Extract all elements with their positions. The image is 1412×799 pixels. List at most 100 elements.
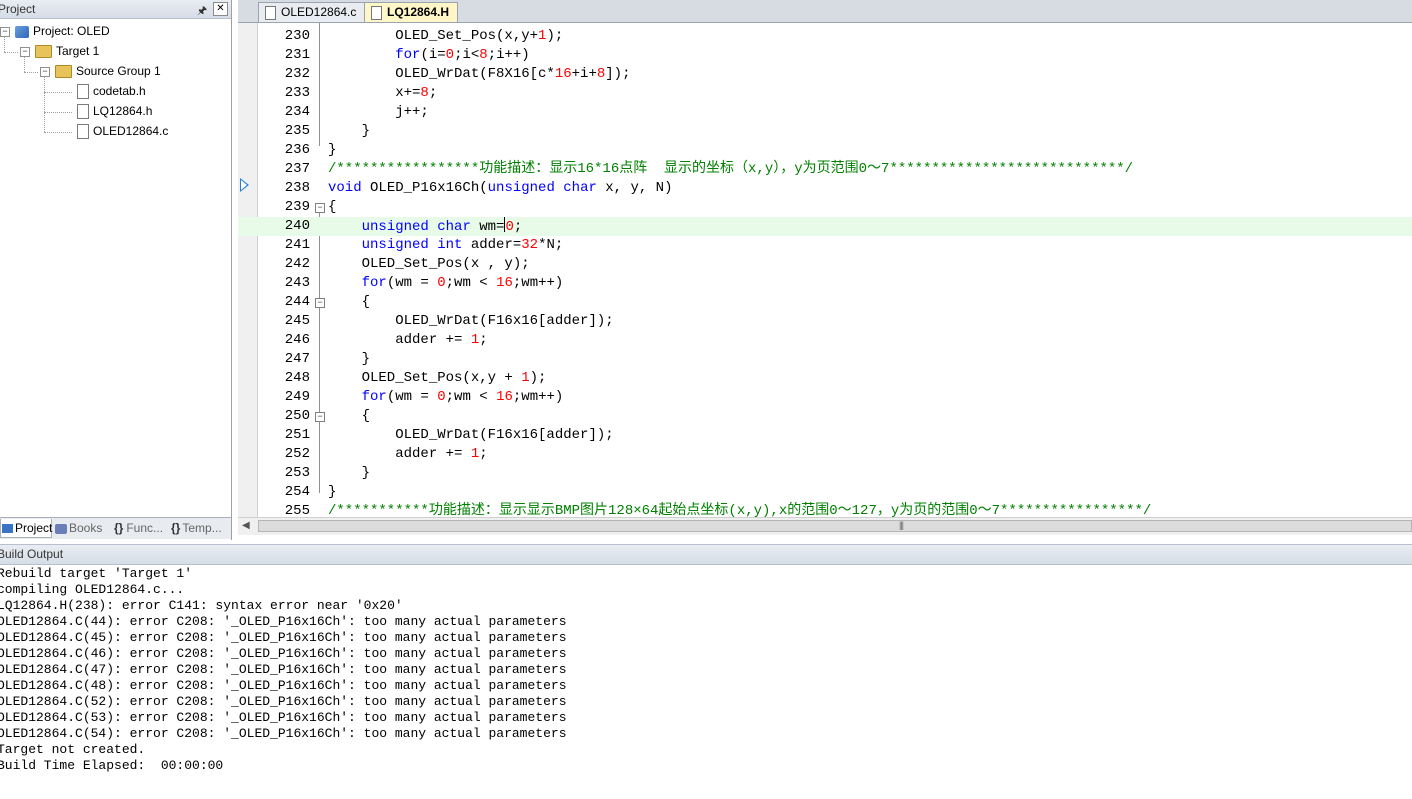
code-text: OLED_WrDat(F16x16[adder]); <box>328 427 614 443</box>
code-line: 238 void OLED_P16x16Ch(unsigned char x, … <box>238 179 1412 198</box>
code-line: 230 OLED_Set_Pos(x,y+1); <box>238 27 1412 46</box>
tab-label: Func... <box>126 521 164 535</box>
tree-item-label: LQ12864.h <box>93 104 153 118</box>
code-text: } <box>328 123 371 139</box>
line-number: 237 <box>284 161 310 177</box>
tab-project[interactable]: Project <box>0 519 52 538</box>
code-line: 253 } <box>238 464 1412 483</box>
code-text: } <box>328 465 371 481</box>
line-number: 249 <box>284 389 310 405</box>
tree-item-label: codetab.h <box>93 84 146 98</box>
code-line: 232 OLED_WrDat(F8X16[c*16+i+8]); <box>238 65 1412 84</box>
code-text: { <box>328 294 371 310</box>
build-output-line: OLED12864.C(47): error C208: '_OLED_P16x… <box>0 662 567 677</box>
project-panel: Project 🖈 ✕ − Project: OLED − Target 1 −… <box>0 0 232 540</box>
code-text: j++; <box>328 104 429 120</box>
code-line: 249 for(wm = 0;wm < 16;wm++) <box>238 388 1412 407</box>
build-output-line: OLED12864.C(53): error C208: '_OLED_P16x… <box>0 710 567 725</box>
tab-templates[interactable]: {} Temp... <box>171 519 229 537</box>
code-text: OLED_Set_Pos(x,y + 1); <box>328 370 547 386</box>
tree-collapse-toggle[interactable]: − <box>20 47 30 57</box>
line-number: 234 <box>284 104 310 120</box>
code-text: } <box>328 142 337 158</box>
project-icon <box>15 25 29 38</box>
tree-item-file[interactable]: OLED12864.c <box>77 122 168 140</box>
scrollbar-thumb[interactable]: ||| <box>258 520 1412 532</box>
line-number: 236 <box>284 142 310 158</box>
code-line: 252 adder += 1; <box>238 445 1412 464</box>
code-text: x+=8; <box>328 85 438 101</box>
build-output-title: Build Output <box>0 547 64 561</box>
tree-collapse-toggle[interactable]: − <box>0 27 10 37</box>
code-text: OLED_Set_Pos(x,y+1); <box>328 28 564 44</box>
code-text: adder += 1; <box>328 332 488 348</box>
close-icon[interactable]: ✕ <box>213 2 228 16</box>
line-number: 254 <box>284 484 310 500</box>
tree-item-project[interactable]: Project: OLED <box>15 22 110 40</box>
file-icon <box>77 104 89 120</box>
code-text: void OLED_P16x16Ch(unsigned char x, y, N… <box>328 180 673 196</box>
line-number: 253 <box>284 465 310 481</box>
build-output-line: OLED12864.C(45): error C208: '_OLED_P16x… <box>0 630 567 645</box>
project-panel-tabs: Project Books {} Func... {} Temp... <box>0 517 231 539</box>
code-line: 241 unsigned int adder=32*N; <box>238 236 1412 255</box>
code-text: } <box>328 351 371 367</box>
tab-label: Temp... <box>182 521 222 535</box>
tree-item-label: Project: OLED <box>33 24 110 38</box>
tree-collapse-toggle[interactable]: − <box>40 67 50 77</box>
code-text: for(wm = 0;wm < 16;wm++) <box>361 389 564 405</box>
build-output-header: Build Output <box>0 544 1412 565</box>
code-text: OLED_WrDat(F16x16[adder]); <box>328 313 614 329</box>
code-text: OLED_Set_Pos(x , y); <box>328 256 530 272</box>
horizontal-scrollbar[interactable]: ◀ ||| <box>238 517 1412 535</box>
tree-line <box>44 132 72 133</box>
tab-oled12864-c[interactable]: OLED12864.c <box>258 2 366 22</box>
build-output-line: OLED12864.C(44): error C208: '_OLED_P16x… <box>0 614 567 629</box>
line-number: 232 <box>284 66 310 82</box>
code-text: for(i=0;i<8;i++) <box>395 47 530 63</box>
code-text: for(wm = 0;wm < 16;wm++) <box>361 275 564 291</box>
code-text: OLED_WrDat(F8X16[c*16+i+8]); <box>328 66 631 82</box>
line-number: 255 <box>284 503 310 517</box>
tab-lq12864-h[interactable]: LQ12864.H <box>364 2 459 22</box>
tree-line <box>44 112 72 113</box>
build-output-line: OLED12864.C(46): error C208: '_OLED_P16x… <box>0 646 567 661</box>
tab-label: OLED12864.c <box>281 5 357 19</box>
fold-toggle[interactable]: − <box>315 412 325 422</box>
folder-icon <box>55 65 72 79</box>
fold-toggle[interactable]: − <box>315 298 325 308</box>
folder-icon <box>35 45 52 59</box>
code-line: 251 OLED_WrDat(F16x16[adder]); <box>238 426 1412 445</box>
tree-item-file[interactable]: codetab.h <box>77 82 146 100</box>
code-line: 247 } <box>238 350 1412 369</box>
code-line: 236 } <box>238 141 1412 160</box>
line-number: 239 <box>284 199 310 215</box>
code-text: unsigned char wm=0; <box>361 217 523 235</box>
books-icon <box>55 523 67 534</box>
line-number: 246 <box>284 332 310 348</box>
code-line: 233 x+=8; <box>238 84 1412 103</box>
tree-item-source-group[interactable]: Source Group 1 <box>55 62 161 80</box>
code-line: 244 − { <box>238 293 1412 312</box>
code-line: 245 OLED_WrDat(F16x16[adder]); <box>238 312 1412 331</box>
project-icon <box>2 524 13 534</box>
tree-line <box>24 72 38 73</box>
fold-toggle[interactable]: − <box>315 203 325 213</box>
tree-item-file[interactable]: LQ12864.h <box>77 102 152 120</box>
code-line: 250 − { <box>238 407 1412 426</box>
tree-item-target[interactable]: Target 1 <box>35 42 99 60</box>
file-icon <box>265 6 276 20</box>
line-number: 243 <box>284 275 310 291</box>
tab-label: Books <box>69 521 103 535</box>
tab-books[interactable]: Books <box>55 519 107 537</box>
tab-functions[interactable]: {} Func... <box>114 519 166 537</box>
file-icon <box>77 84 89 100</box>
scroll-left-icon[interactable]: ◀ <box>242 520 250 531</box>
build-output-line: Target not created. <box>0 742 146 757</box>
build-output-panel[interactable]: Rebuild target 'Target 1' compiling OLED… <box>0 565 1412 799</box>
code-editor[interactable]: 230 OLED_Set_Pos(x,y+1); 231 for(i=0;i<8… <box>238 23 1412 517</box>
tree-line <box>4 36 5 52</box>
line-number: 240 <box>284 218 310 234</box>
pin-icon[interactable]: 🖈 <box>197 2 207 21</box>
tree-item-label: OLED12864.c <box>93 124 169 138</box>
